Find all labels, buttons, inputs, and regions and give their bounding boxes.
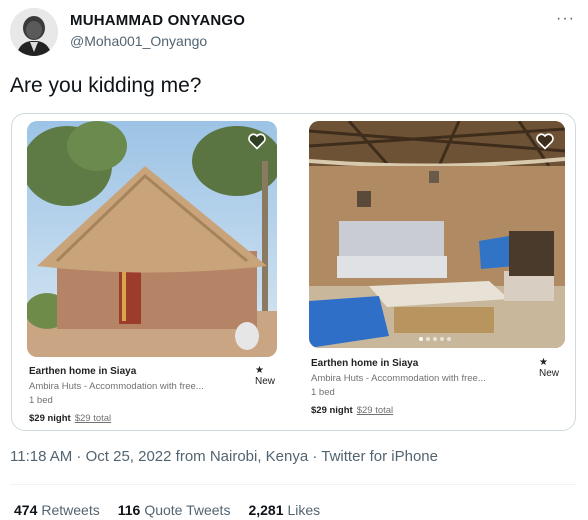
price-per-night: $29 night <box>311 405 353 416</box>
new-badge: ★ New <box>539 357 560 379</box>
retweets-label: Retweets <box>41 502 100 518</box>
heart-icon[interactable] <box>535 131 555 151</box>
price-total[interactable]: $29 total <box>357 405 393 416</box>
divider <box>10 484 576 485</box>
carousel-dots[interactable] <box>419 337 451 341</box>
quote-tweets-count: 116 <box>117 502 141 518</box>
more-options-icon[interactable]: ··· <box>556 10 575 28</box>
likes-label: Likes <box>287 502 321 518</box>
listing-host: Ambira Huts - Accommodation with free... <box>311 373 486 384</box>
listing-host: Ambira Huts - Accommodation with free... <box>29 381 204 392</box>
listing-photo[interactable] <box>309 121 565 348</box>
hut-interior-image <box>309 121 565 348</box>
author-name[interactable]: MUHAMMAD ONYANGO <box>70 12 245 29</box>
author-handle[interactable]: @Moha001_Onyango <box>70 33 207 49</box>
listing-price: $29 night $29 total <box>29 413 111 424</box>
price-total[interactable]: $29 total <box>75 413 111 424</box>
listing-beds: 1 bed <box>311 387 335 398</box>
quote-tweets-label: Quote Tweets <box>144 502 231 518</box>
new-badge: ★ New <box>255 365 276 387</box>
avatar[interactable] <box>10 8 58 56</box>
tweet-stats: 474 Retweets 116 Quote Tweets 2,281 Likes <box>14 502 338 518</box>
listing-title[interactable]: Earthen home in Siaya <box>311 358 418 369</box>
quote-tweets-stat[interactable]: 116 Quote Tweets <box>118 502 231 518</box>
tweet-text: Are you kidding me? <box>10 74 202 97</box>
listing-beds: 1 bed <box>29 395 53 406</box>
avatar-photo <box>10 8 58 56</box>
price-per-night: $29 night <box>29 413 71 424</box>
hut-exterior-image <box>27 121 277 357</box>
retweets-stat[interactable]: 474 Retweets <box>14 502 100 518</box>
tweet-media[interactable]: Earthen home in Siaya ★ New Ambira Huts … <box>11 113 576 431</box>
tweet-timestamp-source[interactable]: 11:18 AM · Oct 25, 2022 from Nairobi, Ke… <box>10 448 438 465</box>
retweets-count: 474 <box>14 502 38 518</box>
tweet: MUHAMMAD ONYANGO @Moha001_Onyango ··· Ar… <box>0 0 588 520</box>
listing-photo[interactable] <box>27 121 277 357</box>
listing-title[interactable]: Earthen home in Siaya <box>29 366 136 377</box>
likes-count: 2,281 <box>248 502 284 518</box>
likes-stat[interactable]: 2,281 Likes <box>248 502 320 518</box>
heart-icon[interactable] <box>247 131 267 151</box>
listing-price: $29 night $29 total <box>311 405 393 416</box>
